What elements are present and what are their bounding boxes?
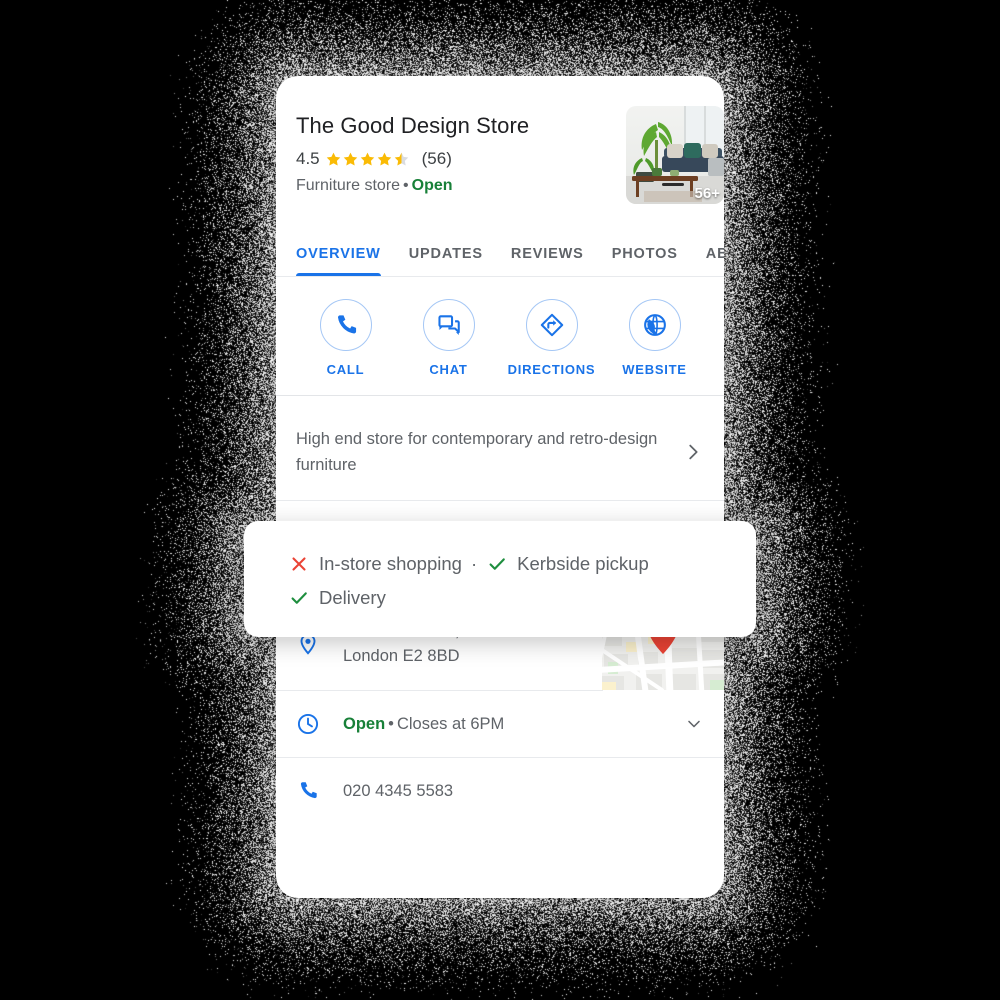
service-option-in-store-shopping: In-store shopping	[288, 547, 462, 581]
service-options-line-2: Delivery	[288, 581, 726, 615]
cross-icon	[292, 557, 306, 571]
action-icon-circle	[628, 299, 681, 351]
action-label: CALL	[326, 362, 365, 377]
photo-thumbnail[interactable]: 56+	[626, 106, 724, 204]
section-gap	[276, 396, 724, 404]
service-option-label: Kerbside pickup	[517, 553, 649, 574]
open-status-badge: Open	[411, 177, 453, 194]
clock-icon	[297, 713, 319, 735]
tab-ab[interactable]: AB	[706, 246, 724, 276]
star-icon	[377, 152, 391, 165]
phone-icon	[337, 315, 356, 334]
description-row[interactable]: High end store for contemporary and retr…	[276, 404, 724, 500]
tab-updates[interactable]: UPDATES	[409, 246, 483, 276]
phone-icon	[300, 782, 317, 799]
star-icon	[394, 152, 408, 165]
phone-icon-slot	[296, 779, 324, 803]
business-category: Furniture store	[296, 177, 401, 194]
action-button-row: CALL CHAT DIRECTIONS WEBSITE	[276, 277, 724, 395]
star-icon	[360, 152, 374, 165]
action-chat[interactable]: CHAT	[397, 299, 500, 377]
check-icon	[489, 558, 505, 570]
action-label: DIRECTIONS	[507, 362, 596, 377]
action-website[interactable]: WEBSITE	[603, 299, 706, 377]
hours-text: Open • Closes at 6PM	[343, 712, 684, 737]
action-directions[interactable]: DIRECTIONS	[500, 299, 603, 377]
service-options-card: In-store shopping · Kerbside pickup Deli…	[244, 521, 756, 637]
action-icon-circle	[422, 299, 475, 351]
action-icon-circle	[525, 299, 578, 351]
service-options-line-1: In-store shopping · Kerbside pickup	[288, 547, 726, 581]
phone-row[interactable]: 020 4345 5583	[276, 758, 724, 824]
hours-row[interactable]: Open • Closes at 6PM	[276, 691, 724, 757]
star-rating-icons	[325, 151, 410, 168]
hours-status: Open	[343, 714, 386, 733]
action-label: WEBSITE	[622, 362, 687, 377]
description-text: High end store for contemporary and retr…	[296, 430, 658, 474]
hours-separator: •	[388, 714, 394, 733]
service-option-separator: ·	[470, 553, 478, 574]
rating-value: 4.5	[296, 149, 320, 168]
check-icon	[291, 592, 307, 604]
service-option-label: In-store shopping	[319, 553, 462, 574]
hours-icon-slot	[296, 712, 324, 736]
business-profile-card: The Good Design Store 4.5 (56) Furniture…	[276, 76, 724, 898]
review-count[interactable]: (56)	[422, 149, 452, 169]
chat-icon	[437, 315, 460, 335]
directions-icon	[540, 313, 563, 337]
star-icon	[343, 152, 357, 165]
tab-photos[interactable]: PHOTOS	[612, 246, 678, 276]
star-icon	[326, 152, 340, 165]
phone-number: 020 4345 5583	[343, 781, 454, 800]
hours-text-block: Open • Closes at 6PM	[324, 712, 684, 737]
tab-bar[interactable]: OVERVIEW UPDATES REVIEWS PHOTOS AB	[276, 225, 724, 277]
chevron-right-icon	[689, 444, 698, 460]
service-option-kerbside-pickup: Kerbside pickup	[486, 547, 649, 581]
chevron-down-icon[interactable]	[684, 714, 704, 734]
service-option-label: Delivery	[319, 587, 386, 608]
tab-overview[interactable]: OVERVIEW	[296, 246, 381, 276]
card-header: The Good Design Store 4.5 (56) Furniture…	[276, 76, 724, 204]
service-option-delivery: Delivery	[288, 581, 386, 615]
tab-reviews[interactable]: REVIEWS	[511, 246, 584, 276]
hours-detail: Closes at 6PM	[396, 714, 505, 733]
photo-count-badge: 56+	[694, 185, 720, 202]
action-icon-circle	[319, 299, 372, 351]
action-call[interactable]: CALL	[294, 299, 397, 377]
phone-text-block: 020 4345 5583	[324, 779, 704, 804]
screen-root: The Good Design Store 4.5 (56) Furniture…	[0, 0, 1000, 1000]
globe-icon	[643, 314, 666, 336]
separator-dot: •	[403, 177, 409, 194]
action-label: CHAT	[429, 362, 468, 377]
